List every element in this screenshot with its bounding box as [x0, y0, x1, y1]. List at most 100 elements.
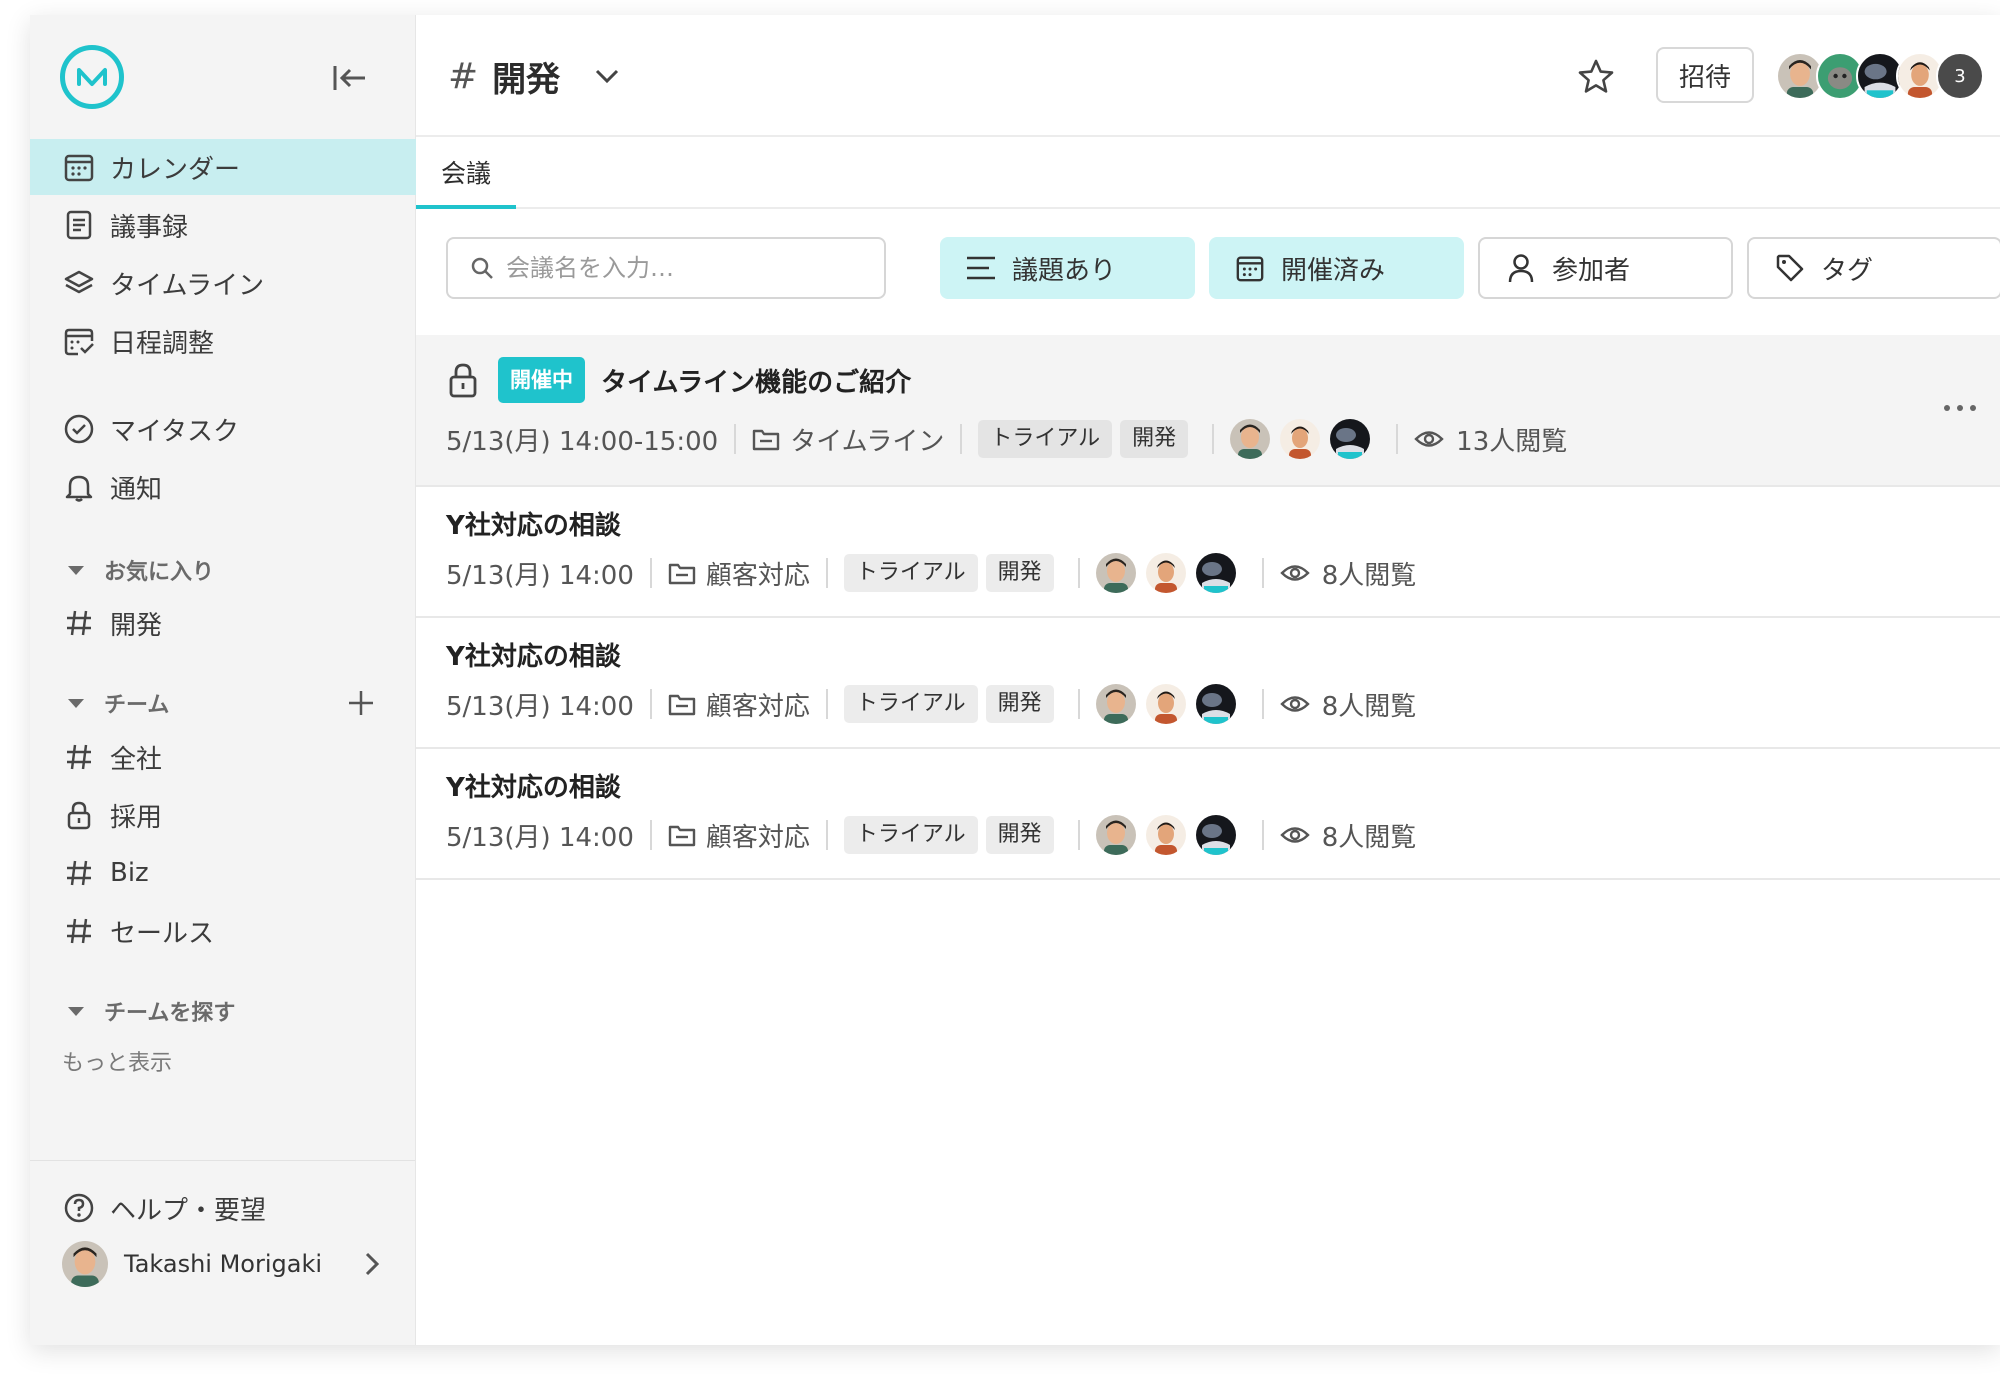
- tag-icon: [1773, 251, 1807, 285]
- chevron-right-icon: [365, 1252, 380, 1276]
- member-avatars[interactable]: 3: [1776, 52, 1984, 100]
- participant-avatars[interactable]: [1096, 815, 1246, 855]
- app-logo-icon[interactable]: [60, 45, 124, 109]
- folder-icon: [752, 429, 780, 451]
- tag-badge[interactable]: トライアル: [843, 554, 978, 592]
- invite-button[interactable]: 招待: [1656, 47, 1754, 103]
- document-icon: [62, 208, 96, 242]
- search-icon: [471, 257, 493, 279]
- help-button[interactable]: ヘルプ・要望: [30, 1180, 415, 1236]
- tag-badge[interactable]: トライアル: [978, 420, 1113, 458]
- view-count: 13人閲覧: [1456, 426, 1568, 457]
- sidebar-item-team-biz[interactable]: Biz: [30, 845, 415, 901]
- participant-avatars[interactable]: [1096, 684, 1246, 724]
- avatar: [1196, 553, 1236, 593]
- eye-icon: [1414, 431, 1444, 447]
- section-favorites[interactable]: お気に入り: [68, 550, 214, 590]
- check-circle-icon: [62, 412, 96, 446]
- caret-down-icon: [68, 565, 84, 575]
- sidebar-item-team-all[interactable]: 全社: [30, 729, 415, 785]
- avatar: [62, 1241, 108, 1287]
- sidebar-item-label: 全社: [110, 744, 163, 775]
- tag-badge[interactable]: 開発: [985, 554, 1054, 592]
- meeting-title[interactable]: Y社対応の相談: [446, 505, 621, 542]
- section-team[interactable]: チーム: [68, 683, 169, 723]
- meeting-title[interactable]: Y社対応の相談: [446, 636, 621, 673]
- meeting-row[interactable]: Y社対応の相談 5/13(月) 14:00 顧客対応 トライアル 開発 8人閲覧: [416, 487, 2000, 618]
- sidebar-item-team-sales[interactable]: セールス: [30, 903, 415, 959]
- sidebar-item-label: マイタスク: [110, 416, 239, 447]
- filter-tags-button[interactable]: タグ: [1747, 237, 2000, 299]
- sidebar: カレンダー 議事録 タイムライン 日程調整 マイタスク 通知 お気に入り 開発 …: [30, 15, 416, 1345]
- show-more-link[interactable]: もっと表示: [62, 1045, 172, 1077]
- divider: [825, 820, 828, 850]
- filter-agenda-button[interactable]: 議題あり: [940, 237, 1195, 299]
- sidebar-item-calendar[interactable]: カレンダー: [30, 139, 416, 195]
- divider: [649, 820, 652, 850]
- add-team-icon[interactable]: [345, 687, 377, 719]
- avatar: [1330, 419, 1370, 459]
- channel-switcher[interactable]: # 開発: [448, 51, 620, 101]
- participant-avatars[interactable]: [1230, 419, 1380, 459]
- avatar: [1196, 684, 1236, 724]
- sidebar-item-label: 開発: [110, 610, 163, 641]
- help-icon: [62, 1191, 96, 1225]
- sidebar-item-label: 通知: [110, 474, 163, 505]
- meeting-title[interactable]: タイムライン機能のご紹介: [601, 362, 911, 399]
- sidebar-item-label: カレンダー: [110, 154, 241, 185]
- tag-badge[interactable]: トライアル: [843, 685, 978, 723]
- search-input[interactable]: [504, 253, 868, 283]
- divider: [1077, 689, 1080, 719]
- chevron-down-icon: [596, 69, 619, 84]
- folder-icon: [668, 825, 696, 847]
- filter-participants-button[interactable]: 参加者: [1478, 237, 1733, 299]
- meeting-folder[interactable]: 顧客対応: [706, 686, 810, 723]
- tag-badge[interactable]: 開発: [1120, 420, 1189, 458]
- meeting-folder[interactable]: 顧客対応: [706, 555, 810, 592]
- sidebar-item-label: 議事録: [110, 212, 189, 243]
- meeting-datetime: 5/13(月) 14:00-15:00: [446, 426, 719, 457]
- participant-avatars[interactable]: [1096, 553, 1246, 593]
- meeting-row[interactable]: Y社対応の相談 5/13(月) 14:00 顧客対応 トライアル 開発 8人閲覧: [416, 749, 2000, 880]
- meeting-row[interactable]: Y社対応の相談 5/13(月) 14:00 顧客対応 トライアル 開発 8人閲覧: [416, 618, 2000, 749]
- user-name: Takashi Morigaki: [124, 1250, 323, 1278]
- star-icon[interactable]: [1576, 57, 1616, 97]
- sidebar-item-timeline[interactable]: タイムライン: [30, 255, 415, 311]
- tab-meetings[interactable]: 会議: [416, 137, 516, 209]
- sidebar-item-favorite-dev[interactable]: 開発: [30, 595, 415, 651]
- tag-badge[interactable]: 開発: [985, 685, 1054, 723]
- member-overflow-count: 3: [1936, 52, 1984, 100]
- sidebar-item-minutes[interactable]: 議事録: [30, 197, 415, 253]
- divider: [1261, 689, 1264, 719]
- sidebar-item-label: Biz: [110, 858, 149, 888]
- sidebar-divider: [30, 1160, 415, 1161]
- eye-icon: [1279, 565, 1310, 581]
- main-content: # 開発 招待 3 会議 会議名を入力… 議題あり 開催済み 参加者 タグ 開催…: [416, 15, 2000, 1345]
- divider: [1077, 820, 1080, 850]
- sidebar-item-my-tasks[interactable]: マイタスク: [30, 401, 415, 457]
- caret-down-icon: [68, 1006, 84, 1016]
- section-find-team[interactable]: チームを探す: [68, 991, 235, 1031]
- divider: [649, 558, 652, 588]
- sidebar-item-scheduling[interactable]: 日程調整: [30, 313, 415, 369]
- meeting-row[interactable]: 開催中 タイムライン機能のご紹介 5/13(月) 14:00-15:00 タイム…: [416, 335, 2000, 487]
- divider: [960, 424, 963, 454]
- folder-icon: [668, 694, 696, 716]
- filter-held-button[interactable]: 開催済み: [1209, 237, 1464, 299]
- meeting-folder[interactable]: タイムライン: [790, 421, 944, 458]
- sidebar-item-notifications[interactable]: 通知: [30, 459, 415, 515]
- meeting-folder[interactable]: 顧客対応: [706, 817, 810, 854]
- more-options-icon[interactable]: [1940, 401, 1980, 415]
- avatar: [1096, 553, 1136, 593]
- avatar: [1280, 419, 1320, 459]
- collapse-sidebar-icon[interactable]: [330, 60, 370, 96]
- search-box[interactable]: [446, 237, 886, 299]
- filter-bar: 議題あり 開催済み 参加者 タグ: [416, 209, 2000, 335]
- meeting-title[interactable]: Y社対応の相談: [446, 767, 621, 804]
- avatar: [1196, 815, 1236, 855]
- tag-badge[interactable]: トライアル: [843, 816, 978, 854]
- calendar-icon: [1233, 251, 1267, 285]
- user-menu[interactable]: Takashi Morigaki: [62, 1240, 402, 1288]
- sidebar-item-team-recruiting[interactable]: 採用: [30, 787, 415, 843]
- tag-badge[interactable]: 開発: [985, 816, 1054, 854]
